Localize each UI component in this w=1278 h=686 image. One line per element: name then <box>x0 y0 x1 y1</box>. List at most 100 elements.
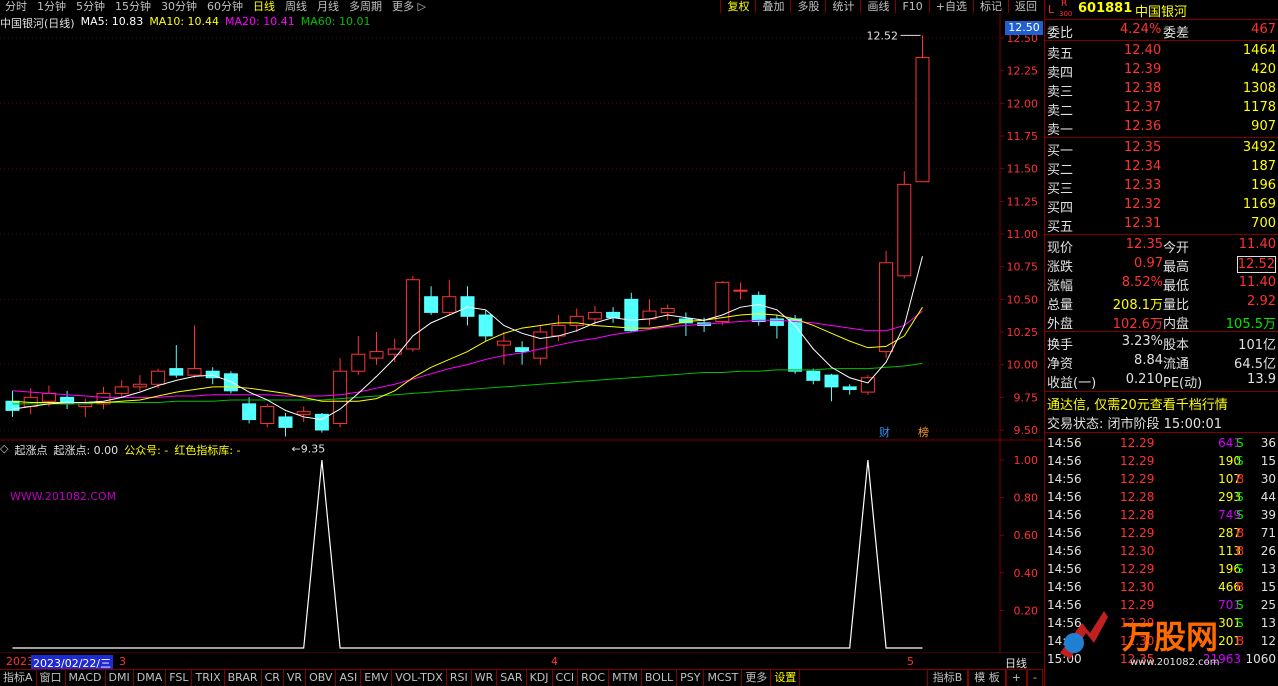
indicator-tab-11[interactable]: ASI <box>336 670 362 686</box>
indicator-tab-20[interactable]: MTM <box>609 670 642 686</box>
period-tab-7[interactable]: 周线 <box>280 0 312 13</box>
stock-code: 601881 <box>1078 1 1133 16</box>
toolbar-action-5[interactable]: F10 <box>895 0 928 13</box>
period-tab-9[interactable]: 多周期 <box>344 0 387 13</box>
tick-price-7: 12.29 <box>1120 562 1155 576</box>
logo-globe-icon <box>1064 633 1084 653</box>
candle-body-48 <box>879 262 894 353</box>
indicator-tab-15[interactable]: WR <box>472 670 498 686</box>
tabs-right-2[interactable]: + <box>1005 670 1028 686</box>
stat-label-a-2: 涨幅 <box>1047 279 1074 294</box>
toolbar-action-2[interactable]: 多股 <box>790 0 825 13</box>
indicator-tab-25[interactable]: 设置 <box>771 670 801 686</box>
tick-count-1: 15 <box>1260 454 1276 468</box>
period-tab-4[interactable]: 30分钟 <box>156 0 202 13</box>
indicator-tab-16[interactable]: SAR <box>497 670 527 686</box>
period-tab-10[interactable]: 更多 ▷ <box>387 0 431 13</box>
toolbar-action-6[interactable]: +自选 <box>928 0 973 13</box>
indicator-tab-21[interactable]: BOLL <box>642 670 678 686</box>
period-tab-8[interactable]: 月线 <box>312 0 344 13</box>
candle-body-46 <box>842 386 857 390</box>
kline-chart[interactable]: 12.50 12.25 12.00 11.75 11.50 11.25 11.00 10.75… <box>0 13 1043 653</box>
indicator-tab-18[interactable]: CCI <box>553 670 579 686</box>
sell-vol-3: 1178 <box>1242 100 1276 115</box>
logo-arrow-icon <box>1060 611 1108 659</box>
tick-price-6: 12.30 <box>1120 544 1155 558</box>
candle-body-43 <box>788 318 803 372</box>
tick-row-1: 14:56 12.29 190 S 15 <box>1045 452 1278 470</box>
period-toolbar: 分时 1分钟 5分钟 15分钟 30分钟 60分钟 日线 周线 月线 多周期 更多 ▷ 复权 叠加 多股… <box>0 0 1043 13</box>
indicator-tab-14[interactable]: RSI <box>447 670 472 686</box>
toolbar-action-3[interactable]: 统计 <box>825 0 860 13</box>
fund-label-b-1: 流通 <box>1163 357 1190 372</box>
market-300-label: 300 <box>1059 10 1073 18</box>
toolbar-action-8[interactable]: 返回 <box>1008 0 1043 13</box>
sell-vol-0: 1464 <box>1242 43 1276 58</box>
indicator-tab-5[interactable]: FSL <box>166 670 193 686</box>
indicator-tab-7[interactable]: BRAR <box>225 670 262 686</box>
stat-value-a-0: 12.35 <box>1125 237 1163 252</box>
ma5-line <box>12 256 923 421</box>
ad-banner[interactable]: 通达信, 仅需20元查看千档行情 <box>1045 393 1278 413</box>
tabs-right-0[interactable]: 指标B <box>926 670 969 686</box>
price-tick-label-5: 11.25 <box>1007 195 1039 208</box>
indicator-tab-19[interactable]: ROC <box>578 670 610 686</box>
indicator-tab-24[interactable]: 更多 <box>742 670 772 686</box>
indicator-tab-6[interactable]: TRIX <box>192 670 225 686</box>
indicator-tab-22[interactable]: PSY <box>677 670 705 686</box>
candle-body-49 <box>897 183 912 277</box>
tabs-right-3[interactable]: - <box>1027 670 1043 686</box>
chevron-down-icon[interactable]: ◇ <box>0 442 8 456</box>
indicator-tab-2[interactable]: MACD <box>66 670 106 686</box>
tabs-right-1[interactable]: 模 板 <box>968 670 1006 686</box>
candle-body-24 <box>442 296 457 313</box>
weibi-value: 4.24% <box>1120 22 1162 37</box>
ad-logo[interactable]: 万股网 www.201082.com <box>1052 603 1278 669</box>
indicator-tab-3[interactable]: DMI <box>106 670 134 686</box>
period-tab-0[interactable]: 分时 <box>0 0 32 13</box>
period-tab-5[interactable]: 60分钟 <box>202 0 248 13</box>
candle-body-13 <box>242 403 257 421</box>
period-tab-1[interactable]: 1分钟 <box>32 0 71 13</box>
stat-label-a-0: 现价 <box>1047 241 1074 256</box>
candle-body-9 <box>169 368 184 376</box>
tick-row-5: 14:56 12.29 287 B 71 <box>1045 524 1278 542</box>
period-tab-3[interactable]: 15分钟 <box>110 0 156 13</box>
period-tab-6[interactable]: 日线 <box>248 0 280 13</box>
indicator-tab-4[interactable]: DMA <box>134 670 167 686</box>
candle-body-34 <box>624 298 639 332</box>
toolbar-action-4[interactable]: 画线 <box>860 0 895 13</box>
sell-vol-4: 907 <box>1251 119 1276 134</box>
tick-price-4: 12.28 <box>1120 508 1155 522</box>
fund-row-1: 净资 8.84 流通 64.5亿 <box>1045 352 1278 372</box>
candle-body-8 <box>151 370 166 385</box>
indicator-tab-23[interactable]: MCST <box>704 670 743 686</box>
stat-value-b-1: 12.52 <box>1236 256 1276 273</box>
toolbar-action-0[interactable]: 复权 <box>720 0 755 13</box>
toolbar-action-7[interactable]: 标记 <box>973 0 1008 13</box>
indicator-tab-8[interactable]: CR <box>262 670 284 686</box>
quote-panel: L R 300 601881 中国银河 委比 4.24% 委差 467 卖五 12.40 1464 卖四… <box>1044 0 1278 686</box>
buy-label-3: 买四 <box>1047 201 1074 216</box>
stat-label-a-4: 外盘 <box>1047 317 1074 332</box>
indicator-tab-12[interactable]: EMV <box>361 670 393 686</box>
sell-price-1: 12.39 <box>1124 62 1162 77</box>
fund-label-a-0: 换手 <box>1047 338 1074 353</box>
indicator-tab-0[interactable]: 指标A <box>0 670 37 686</box>
indicator-tab-17[interactable]: KDJ <box>527 670 553 686</box>
indicator-tab-13[interactable]: VOL-TDX <box>392 670 447 686</box>
stock-title: 中国银河(日线) <box>0 17 75 30</box>
stat-value-a-4: 102.6万 <box>1112 317 1163 332</box>
indicator-tab-1[interactable]: 窗口 <box>37 670 66 686</box>
toolbar-action-1[interactable]: 叠加 <box>755 0 790 13</box>
period-tab-2[interactable]: 5分钟 <box>71 0 110 13</box>
weibi-label: 委比 <box>1047 26 1074 41</box>
indicator-name[interactable]: 起涨点 <box>14 442 47 457</box>
ad-logo-text: 万股网 <box>1122 618 1218 656</box>
indicator-tab-10[interactable]: OBV <box>306 670 337 686</box>
weicha-label: 委差 <box>1163 26 1190 41</box>
candle-body-31 <box>569 315 584 326</box>
tick-time-8: 14:56 <box>1047 580 1082 594</box>
stat-label-b-1: 最高 <box>1163 260 1190 275</box>
indicator-tab-9[interactable]: VR <box>284 670 307 686</box>
